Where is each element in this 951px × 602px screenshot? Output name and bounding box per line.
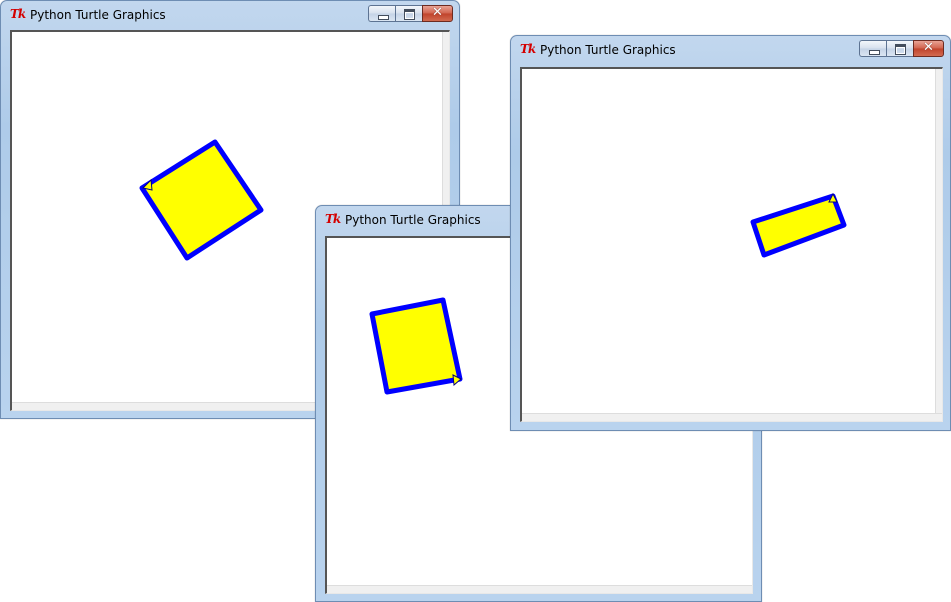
window-title: Python Turtle Graphics [345, 213, 481, 227]
maximize-button[interactable] [886, 40, 913, 57]
horizontal-scrollbar[interactable] [327, 585, 752, 593]
turtle-drawing [750, 192, 847, 258]
minimize-icon [378, 15, 389, 20]
maximize-icon [895, 44, 906, 55]
minimize-button[interactable] [368, 5, 395, 22]
title-bar[interactable]: Tk Python Turtle Graphics ✕ [511, 36, 950, 64]
close-button[interactable]: ✕ [422, 5, 453, 22]
yellow-rectangle-shape [369, 297, 463, 395]
caption-buttons: ✕ [859, 40, 944, 57]
turtle-window-3[interactable]: Tk Python Turtle Graphics ✕ [510, 35, 951, 431]
tk-logo-icon: Tk [10, 7, 26, 21]
maximize-button[interactable] [395, 5, 422, 22]
turtle-canvas[interactable] [520, 67, 943, 422]
minimize-icon [869, 50, 880, 55]
tk-logo-icon: Tk [325, 212, 341, 226]
yellow-rectangle-shape [750, 193, 847, 258]
caption-buttons: ✕ [368, 5, 453, 22]
window-title: Python Turtle Graphics [540, 43, 676, 57]
tk-logo-icon: Tk [520, 42, 536, 56]
yellow-square-shape [139, 139, 264, 261]
vertical-scrollbar[interactable] [935, 69, 942, 421]
close-icon: ✕ [923, 40, 934, 55]
title-bar[interactable]: Tk Python Turtle Graphics ✕ [1, 1, 459, 29]
maximize-icon [404, 9, 415, 20]
horizontal-scrollbar[interactable] [522, 413, 942, 421]
close-icon: ✕ [432, 5, 443, 20]
minimize-button[interactable] [859, 40, 886, 57]
window-title: Python Turtle Graphics [30, 8, 166, 22]
close-button[interactable]: ✕ [913, 40, 944, 57]
